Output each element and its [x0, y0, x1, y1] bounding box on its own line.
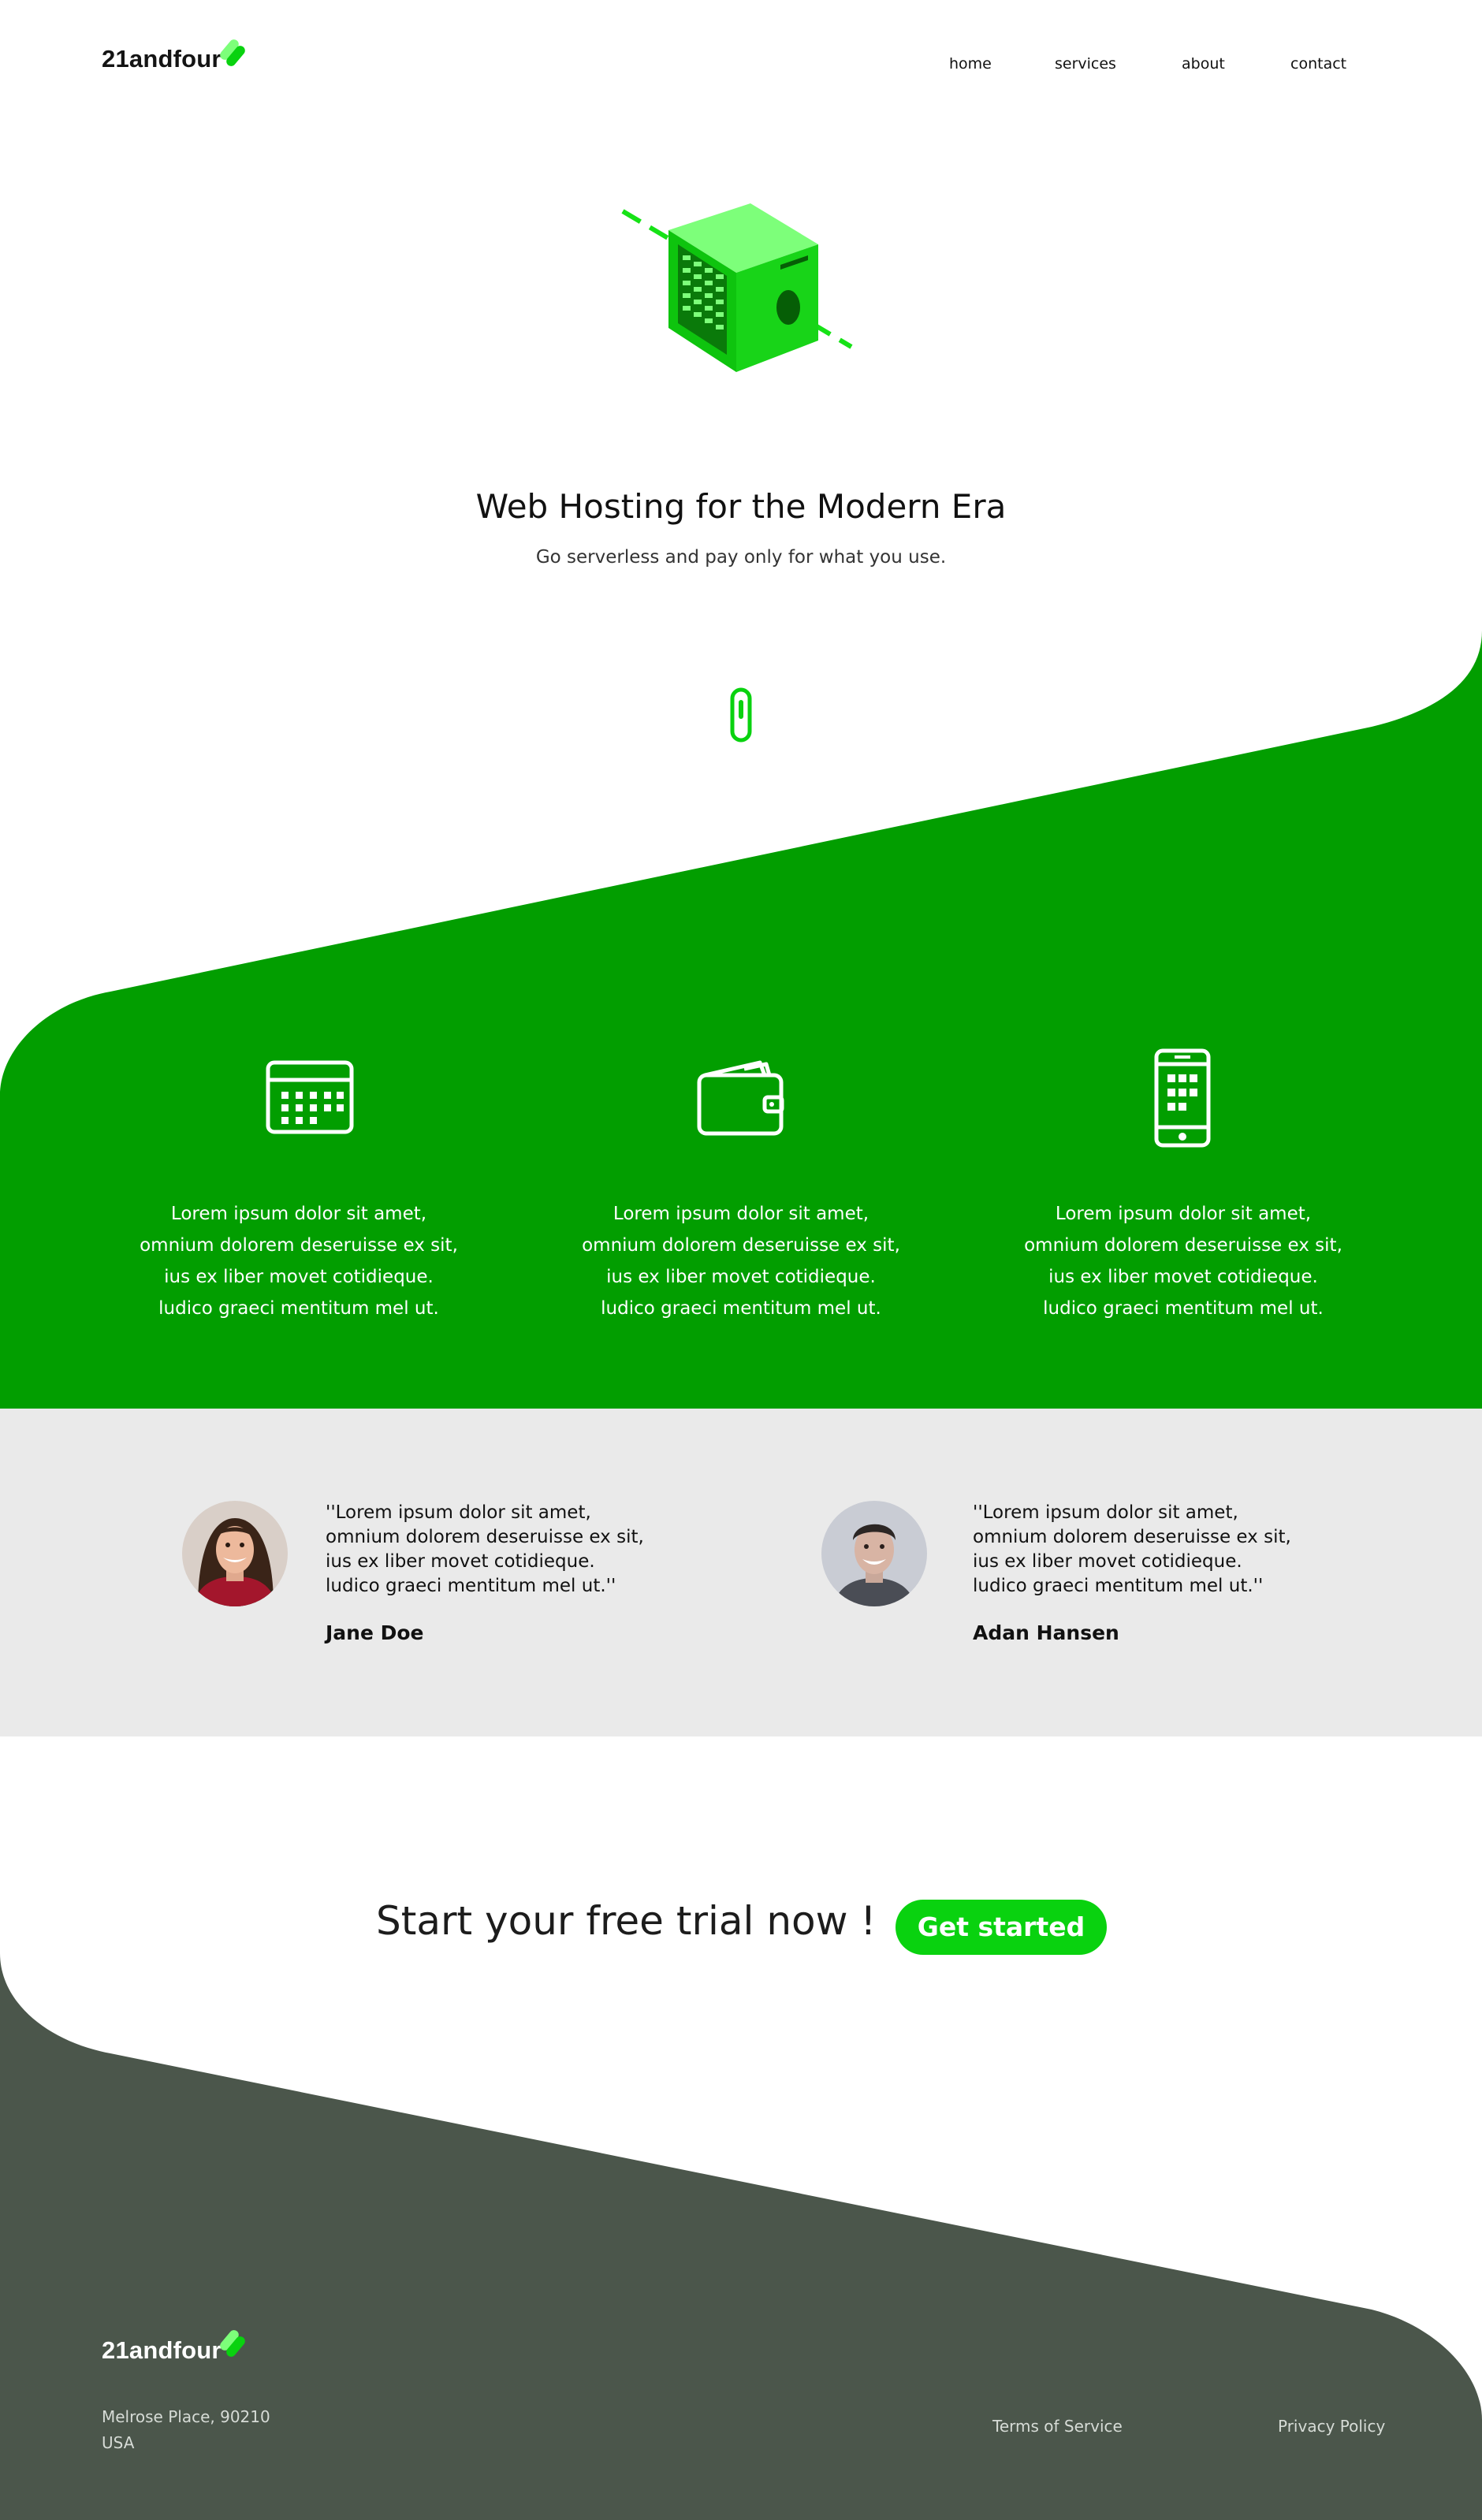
feature-1-line: ius ex liber movet cotidieque. — [164, 1267, 434, 1287]
privacy-policy-link[interactable]: Privacy Policy — [1278, 2417, 1385, 2436]
nav-home[interactable]: home — [949, 55, 992, 73]
footer-logo-text: 21andfour — [102, 2336, 222, 2364]
logo-mark-icon — [220, 39, 245, 66]
quote-line: omnium dolorem deseruisse ex sit, — [973, 1527, 1291, 1547]
quote-line: omnium dolorem deseruisse ex sit, — [326, 1527, 644, 1547]
hero-subtitle: Go serverless and pay only for what you … — [535, 547, 947, 568]
feature-2-line: ius ex liber movet cotidieque. — [606, 1267, 876, 1287]
logo-text: 21andfour — [102, 45, 222, 73]
terms-of-service-link[interactable]: Terms of Service — [992, 2417, 1123, 2436]
feature-1-line: omnium dolorem deseruisse ex sit, — [140, 1235, 458, 1256]
server-cube-icon — [621, 203, 853, 372]
footer-logo[interactable]: 21andfour — [102, 2330, 259, 2382]
feature-3-line: Lorem ipsum dolor sit amet, — [1055, 1204, 1312, 1224]
scroll-indicator-icon[interactable] — [730, 687, 752, 743]
feature-1-text: Lorem ipsum dolor sit amet, omnium dolor… — [125, 1198, 472, 1324]
testimonial-2-quote: ''Lorem ipsum dolor sit amet, omnium dol… — [973, 1501, 1320, 1599]
feature-2-line: ludico graeci mentitum mel ut. — [601, 1298, 881, 1319]
get-started-button[interactable]: Get started — [896, 1900, 1107, 1955]
quote-line: ius ex liber movet cotidieque. — [973, 1551, 1242, 1572]
feature-3-line: ludico graeci mentitum mel ut. — [1043, 1298, 1324, 1319]
feature-3-line: ius ex liber movet cotidieque. — [1048, 1267, 1318, 1287]
avatar — [182, 1501, 288, 1606]
calendar-icon — [266, 1060, 354, 1134]
feature-1-line: Lorem ipsum dolor sit amet, — [170, 1204, 427, 1224]
feature-2-line: omnium dolorem deseruisse ex sit, — [582, 1235, 900, 1256]
quote-line: ius ex liber movet cotidieque. — [326, 1551, 595, 1572]
testimonial-1-quote: ''Lorem ipsum dolor sit amet, omnium dol… — [326, 1501, 672, 1599]
nav-services[interactable]: services — [1055, 55, 1116, 73]
avatar — [821, 1501, 927, 1606]
feature-3-text: Lorem ipsum dolor sit amet, omnium dolor… — [1010, 1198, 1357, 1324]
header-logo[interactable]: 21andfour — [102, 32, 259, 79]
cta-heading: Start your free trial now ! — [376, 1898, 877, 1944]
smartphone-icon — [1154, 1048, 1211, 1148]
wallet-icon — [697, 1060, 784, 1136]
feature-2-text: Lorem ipsum dolor sit amet, omnium dolor… — [568, 1198, 914, 1324]
quote-line: ludico graeci mentitum mel ut.'' — [326, 1576, 616, 1596]
logo-mark-icon — [220, 2330, 245, 2357]
address-line: USA — [102, 2433, 135, 2452]
nav-contact[interactable]: contact — [1290, 55, 1346, 73]
feature-3-line: omnium dolorem deseruisse ex sit, — [1024, 1235, 1342, 1256]
avatar-adan-hansen-icon — [821, 1501, 927, 1606]
quote-line: ''Lorem ipsum dolor sit amet, — [326, 1502, 591, 1523]
testimonial-1-name: Jane Doe — [326, 1621, 424, 1644]
feature-1-line: ludico graeci mentitum mel ut. — [158, 1298, 439, 1319]
hero-title: Web Hosting for the Modern Era — [475, 487, 1007, 526]
feature-2-line: Lorem ipsum dolor sit amet, — [613, 1204, 869, 1224]
testimonial-2-name: Adan Hansen — [973, 1621, 1119, 1644]
quote-line: ''Lorem ipsum dolor sit amet, — [973, 1502, 1238, 1523]
nav-about[interactable]: about — [1182, 55, 1225, 73]
address-line: Melrose Place, 90210 — [102, 2407, 270, 2426]
avatar-jane-doe-icon — [182, 1501, 288, 1606]
quote-line: ludico graeci mentitum mel ut.'' — [973, 1576, 1264, 1596]
footer-address: Melrose Place, 90210 USA — [102, 2404, 270, 2456]
